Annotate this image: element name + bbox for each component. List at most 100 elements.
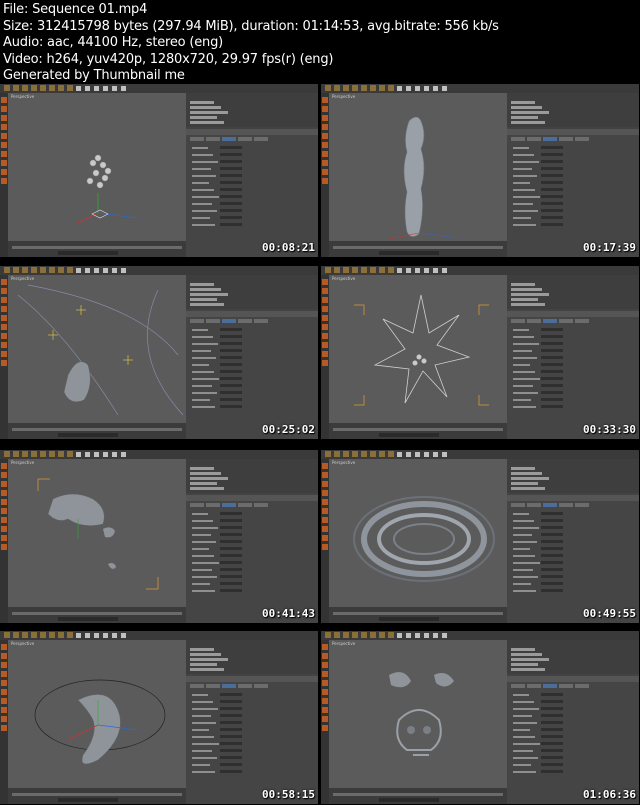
object-row bbox=[190, 283, 214, 286]
tool-icon bbox=[322, 517, 328, 523]
attribute-field bbox=[541, 700, 563, 703]
attribute-field bbox=[220, 721, 242, 724]
generator-info: Generated by Thumbnail me bbox=[3, 68, 185, 83]
attribute-label bbox=[192, 694, 208, 696]
attribute-field bbox=[220, 363, 242, 366]
attribute-field bbox=[220, 700, 242, 703]
attribute-label bbox=[192, 336, 213, 338]
attribute-field bbox=[220, 216, 242, 219]
file-size: Size: 312415798 bytes (297.94 MiB), dura… bbox=[3, 18, 499, 34]
app-toolbar bbox=[321, 266, 639, 275]
tool-icon bbox=[322, 716, 328, 722]
attribute-header bbox=[186, 311, 318, 317]
tool-icon bbox=[1, 160, 7, 166]
attribute-label bbox=[513, 364, 530, 366]
tool-icon bbox=[1, 680, 7, 686]
viewport: Perspective bbox=[329, 459, 507, 607]
tool-icon bbox=[322, 178, 328, 184]
toolbar-icon bbox=[94, 633, 99, 638]
playback-controls bbox=[58, 433, 118, 437]
attribute-label bbox=[513, 175, 537, 177]
toolbar-icon bbox=[103, 268, 108, 273]
app-toolbar bbox=[0, 84, 318, 93]
tool-icon bbox=[1, 169, 7, 175]
tool-icon bbox=[322, 133, 328, 139]
attribute-field bbox=[541, 693, 563, 696]
attribute-tab bbox=[575, 684, 589, 688]
attribute-tab bbox=[559, 319, 573, 323]
object-manager bbox=[507, 93, 639, 127]
tool-icon bbox=[1, 133, 7, 139]
attribute-label bbox=[192, 189, 214, 191]
toolbar-icon bbox=[424, 633, 429, 638]
tool-icon bbox=[322, 315, 328, 321]
attribute-tab bbox=[190, 684, 204, 688]
tool-strip bbox=[321, 459, 329, 623]
attribute-header bbox=[507, 495, 639, 501]
tool-icon bbox=[1, 662, 7, 668]
object-row bbox=[190, 482, 217, 485]
scene-render bbox=[389, 672, 454, 756]
attribute-field bbox=[220, 356, 242, 359]
attribute-field bbox=[220, 749, 242, 752]
toolbar-icon bbox=[4, 267, 10, 273]
object-row bbox=[511, 303, 545, 306]
tool-icon bbox=[322, 526, 328, 532]
video-thumbnail: Perspective 00:49:55 bbox=[321, 450, 639, 623]
attribute-label bbox=[192, 764, 210, 766]
attribute-field bbox=[541, 335, 563, 338]
object-row bbox=[511, 487, 545, 490]
attribute-field bbox=[541, 202, 563, 205]
scene-render bbox=[388, 116, 460, 240]
attribute-field bbox=[541, 554, 563, 557]
attribute-label bbox=[192, 590, 215, 592]
attribute-label bbox=[513, 385, 533, 387]
attribute-label bbox=[192, 399, 210, 401]
scene-render bbox=[34, 679, 166, 765]
attribute-field bbox=[541, 188, 563, 191]
toolbar-icon bbox=[112, 268, 117, 273]
attribute-label bbox=[513, 343, 539, 345]
tool-icon bbox=[1, 698, 7, 704]
attribute-label bbox=[192, 175, 216, 177]
attribute-field bbox=[541, 216, 563, 219]
tool-icon bbox=[322, 115, 328, 121]
attribute-header bbox=[507, 676, 639, 682]
app-toolbar bbox=[0, 450, 318, 459]
attribute-field bbox=[220, 561, 242, 564]
attribute-field bbox=[541, 533, 563, 536]
tool-icon bbox=[1, 707, 7, 713]
attribute-label bbox=[192, 729, 209, 731]
thumbnail-timestamp: 00:08:21 bbox=[262, 241, 315, 254]
toolbar-icon bbox=[370, 85, 376, 91]
attribute-label bbox=[513, 736, 535, 738]
timeline-bar bbox=[12, 793, 182, 796]
attribute-label bbox=[192, 161, 218, 163]
attribute-field bbox=[541, 370, 563, 373]
thumbnail-timestamp: 00:17:39 bbox=[583, 241, 636, 254]
attribute-field bbox=[541, 181, 563, 184]
attribute-field bbox=[220, 349, 242, 352]
object-manager bbox=[186, 640, 318, 674]
toolbar-icon bbox=[103, 452, 108, 457]
tool-icon bbox=[322, 490, 328, 496]
playback-controls bbox=[58, 798, 118, 802]
attribute-label bbox=[192, 527, 218, 529]
attribute-label bbox=[513, 701, 534, 703]
viewport: Perspective bbox=[8, 459, 186, 607]
tool-icon bbox=[1, 151, 7, 157]
timeline bbox=[8, 241, 186, 257]
playback-controls bbox=[379, 798, 439, 802]
scene-render bbox=[17, 284, 184, 416]
attribute-label bbox=[192, 168, 211, 170]
attribute-field bbox=[541, 728, 563, 731]
attribute-label bbox=[192, 406, 215, 408]
attribute-label bbox=[192, 154, 213, 156]
toolbar-icon bbox=[4, 451, 10, 457]
attribute-label bbox=[513, 196, 540, 198]
attribute-label bbox=[192, 371, 214, 373]
attribute-tab bbox=[511, 137, 525, 141]
tool-icon bbox=[322, 535, 328, 541]
object-row bbox=[511, 668, 545, 671]
toolbar-icon bbox=[406, 268, 411, 273]
